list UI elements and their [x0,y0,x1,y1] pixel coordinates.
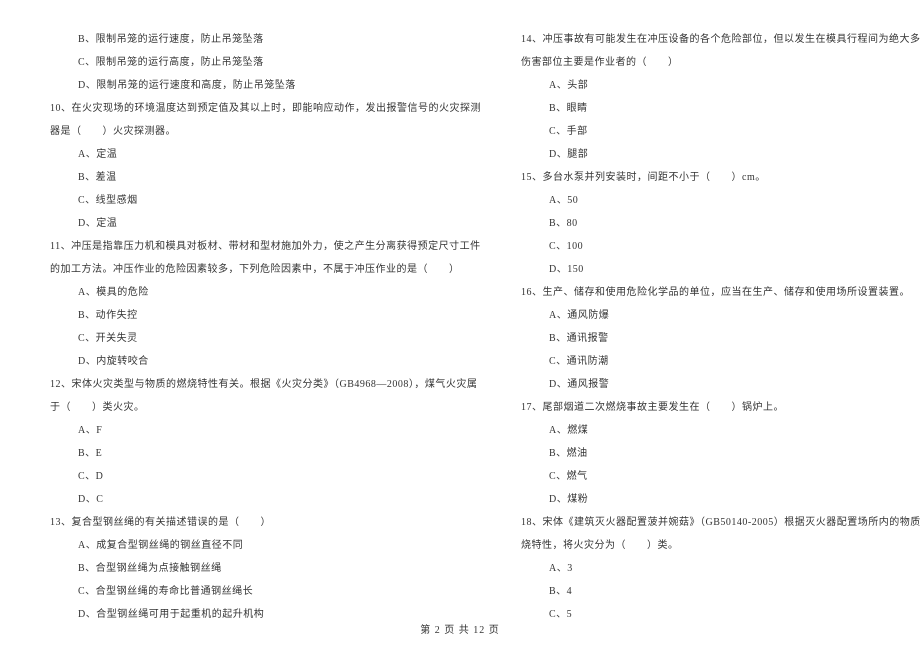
question-text: 11、冲压是指靠压力机和模具对板材、带材和型材施加外力，使之产生分离获得预定尺寸… [50,235,481,258]
document-content: B、限制吊笼的运行速度，防止吊笼坠落C、限制吊笼的运行高度，防止吊笼坠落D、限制… [50,28,870,608]
question-text: 于（ ）类火灾。 [50,396,481,419]
question-text: 伤害部位主要是作业者的（ ） [521,51,920,74]
question-text: 14、冲压事故有可能发生在冲压设备的各个危险部位，但以发生在模具行程间为绝大多数… [521,28,920,51]
answer-option: A、F [50,419,481,442]
question-text: 烧特性，将火灾分为（ ）类。 [521,534,920,557]
answer-option: A、50 [521,189,920,212]
answer-option: C、D [50,465,481,488]
answer-option: C、开关失灵 [50,327,481,350]
answer-option: D、腿部 [521,143,920,166]
question-text: 17、尾部烟道二次燃烧事故主要发生在（ ）锅炉上。 [521,396,920,419]
answer-option: C、通讯防潮 [521,350,920,373]
right-column: 14、冲压事故有可能发生在冲压设备的各个危险部位，但以发生在模具行程间为绝大多数… [521,28,920,608]
question-text: 12、宋体火灾类型与物质的燃烧特性有关。根据《火灾分类》（GB4968—2008… [50,373,481,396]
answer-option: C、合型钢丝绳的寿命比普通钢丝绳长 [50,580,481,603]
question-text: 器是（ ）火灾探测器。 [50,120,481,143]
answer-option: A、模具的危险 [50,281,481,304]
answer-option: B、限制吊笼的运行速度，防止吊笼坠落 [50,28,481,51]
answer-option: B、E [50,442,481,465]
question-text: 10、在火灾现场的环境温度达到预定值及其以上时，即能响应动作，发出报警信号的火灾… [50,97,481,120]
answer-option: D、限制吊笼的运行速度和高度，防止吊笼坠落 [50,74,481,97]
answer-option: C、燃气 [521,465,920,488]
answer-option: C、100 [521,235,920,258]
answer-option: D、定温 [50,212,481,235]
answer-option: A、成复合型钢丝绳的钢丝直径不同 [50,534,481,557]
question-text: 18、宋体《建筑灭火器配置菠并婉菇》（GB50140-2005）根据灭火器配置场… [521,511,920,534]
question-text: 的加工方法。冲压作业的危险因素较多，下列危险因素中，不属于冲压作业的是（ ） [50,258,481,281]
answer-option: A、燃煤 [521,419,920,442]
question-text: 15、多台水泵并列安装时，间距不小于（ ）cm。 [521,166,920,189]
answer-option: A、头部 [521,74,920,97]
answer-option: D、通风报警 [521,373,920,396]
answer-option: D、内旋转咬合 [50,350,481,373]
answer-option: C、手部 [521,120,920,143]
answer-option: D、煤粉 [521,488,920,511]
page-footer: 第 2 页 共 12 页 [0,621,920,636]
answer-option: B、80 [521,212,920,235]
left-column: B、限制吊笼的运行速度，防止吊笼坠落C、限制吊笼的运行高度，防止吊笼坠落D、限制… [50,28,481,608]
answer-option: B、动作失控 [50,304,481,327]
answer-option: C、限制吊笼的运行高度，防止吊笼坠落 [50,51,481,74]
answer-option: A、3 [521,557,920,580]
answer-option: B、通讯报警 [521,327,920,350]
answer-option: B、燃油 [521,442,920,465]
answer-option: B、合型钢丝绳为点接触钢丝绳 [50,557,481,580]
question-text: 13、复合型钢丝绳的有关描述错误的是（ ） [50,511,481,534]
answer-option: B、4 [521,580,920,603]
answer-option: C、线型感烟 [50,189,481,212]
answer-option: B、眼睛 [521,97,920,120]
answer-option: A、通风防爆 [521,304,920,327]
answer-option: D、C [50,488,481,511]
question-text: 16、生产、储存和使用危险化学品的单位，应当在生产、储存和使用场所设置装置。 [521,281,920,304]
answer-option: A、定温 [50,143,481,166]
answer-option: B、差温 [50,166,481,189]
answer-option: D、150 [521,258,920,281]
